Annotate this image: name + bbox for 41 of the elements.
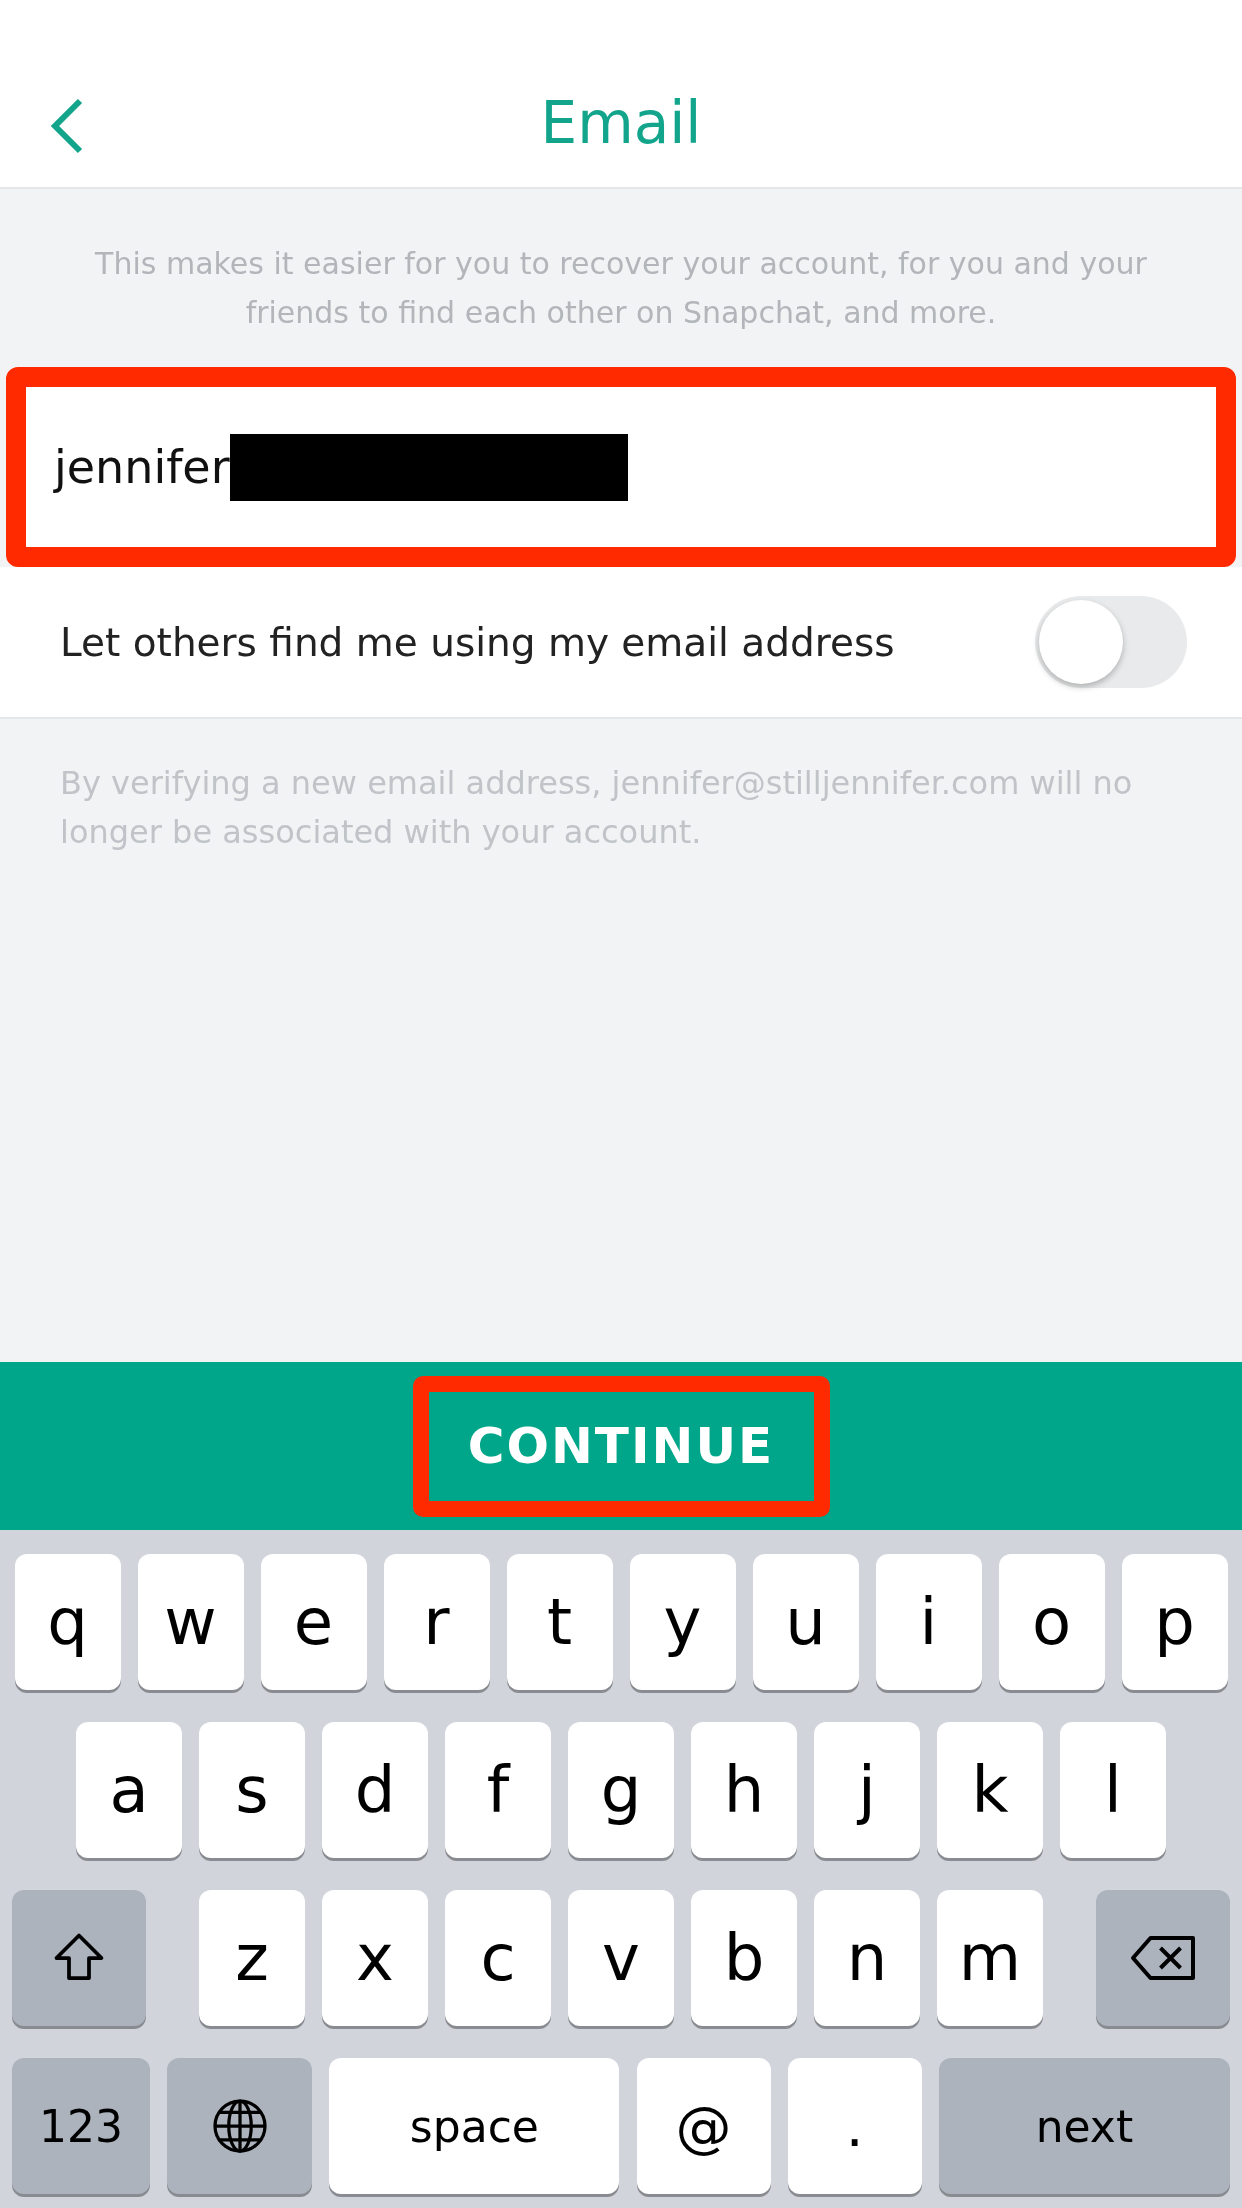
keyboard-key[interactable]: 123 (12, 2058, 150, 2194)
keyboard-key[interactable]: n (814, 1890, 920, 2026)
keyboard-key[interactable]: f (445, 1722, 551, 1858)
keyboard-key[interactable]: x (322, 1890, 428, 2026)
keyboard-key[interactable] (12, 1890, 146, 2026)
keyboard-key[interactable]: u (752, 1554, 859, 1690)
keyboard-key[interactable]: e (260, 1554, 367, 1690)
keyboard-key[interactable]: @ (636, 2058, 771, 2194)
keyboard-key[interactable]: z (199, 1890, 305, 2026)
keyboard-key[interactable]: o (998, 1554, 1105, 1690)
keyboard-key[interactable]: . (787, 2058, 922, 2194)
screen-title: Email (540, 89, 702, 157)
keyboard-key[interactable]: h (691, 1722, 797, 1858)
keyboard-key[interactable]: a (76, 1722, 182, 1858)
keyboard-key[interactable]: g (568, 1722, 674, 1858)
keyboard-key[interactable]: b (691, 1890, 797, 2026)
keyboard-key[interactable]: i (875, 1554, 982, 1690)
keyboard-key[interactable]: c (445, 1890, 551, 2026)
back-icon[interactable] (50, 98, 84, 154)
keyboard-key[interactable]: next (938, 2058, 1230, 2194)
keyboard-key[interactable]: k (937, 1722, 1043, 1858)
keyboard-key[interactable] (1096, 1890, 1230, 2026)
keyboard-key[interactable]: p (1121, 1554, 1228, 1690)
keyboard-key[interactable]: q (14, 1554, 121, 1690)
description-text: This makes it easier for you to recover your account, for you and your friends to find each other on Snapchat, and more. (94, 245, 1148, 332)
keyboard-key[interactable]: w (137, 1554, 244, 1690)
keyboard-key[interactable]: l (1060, 1722, 1166, 1858)
keyboard-key[interactable]: v (568, 1890, 674, 2026)
email-field[interactable]: jennifer (6, 367, 1236, 567)
keyboard-key[interactable]: r (383, 1554, 490, 1690)
keyboard-key[interactable]: space (329, 2058, 620, 2194)
keyboard-key[interactable]: j (814, 1722, 920, 1858)
keyboard-key[interactable]: y (629, 1554, 736, 1690)
keyboard-key[interactable]: t (506, 1554, 613, 1690)
backspace-icon (1128, 1933, 1198, 1983)
keyboard-key[interactable]: d (322, 1722, 428, 1858)
toggle-label: Let others find me using my email address (60, 619, 895, 665)
keyboard-key[interactable]: m (937, 1890, 1043, 2026)
keyboard-key[interactable] (167, 2058, 313, 2194)
email-value: jennifer (54, 440, 230, 494)
keyboard-key[interactable]: s (199, 1722, 305, 1858)
